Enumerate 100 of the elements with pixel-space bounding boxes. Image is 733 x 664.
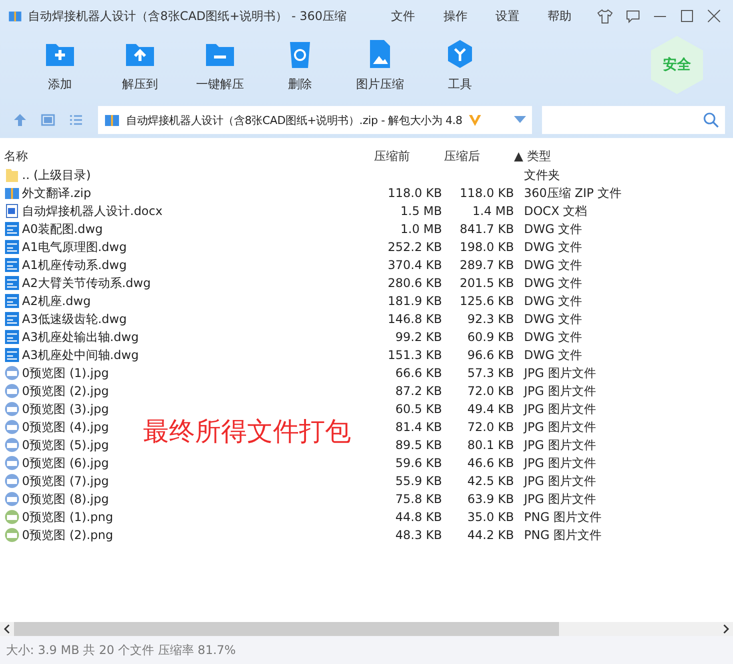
size-before: 280.6 KB	[386, 276, 442, 290]
file-type: JPG 图片文件	[522, 400, 597, 418]
file-name: .. (上级目录)	[22, 166, 91, 184]
file-name: 自动焊接机器人设计.docx	[22, 202, 162, 220]
size-before: 89.5 KB	[394, 438, 442, 452]
image-file-icon	[4, 401, 20, 417]
horizontal-scrollbar[interactable]	[0, 622, 733, 636]
path-text: 自动焊接机器人设计（含8张CAD图纸+说明书）.zip - 解包大小为 4.8	[126, 112, 462, 128]
file-type: DWG 文件	[523, 346, 584, 364]
size-after: 201.5 KB	[458, 276, 514, 290]
document-icon	[4, 203, 20, 219]
drawing-file-icon	[4, 329, 20, 345]
column-header[interactable]: 压缩后	[444, 148, 514, 164]
size-after: 72.0 KB	[466, 420, 514, 434]
size-before: 81.4 KB	[394, 420, 442, 434]
drawing-file-icon	[4, 347, 20, 363]
file-type: DWG 文件	[523, 292, 584, 310]
column-header[interactable]: ▲ 类型	[514, 148, 733, 164]
drawing-file-icon	[4, 293, 20, 309]
file-type: JPG 图片文件	[522, 382, 597, 400]
image-file-icon	[4, 437, 20, 453]
size-after: 57.3 KB	[466, 366, 514, 380]
file-name: A0装配图.dwg	[22, 220, 103, 238]
image-file-icon	[4, 455, 20, 471]
image-file-icon	[4, 383, 20, 399]
shirt-icon	[597, 8, 614, 24]
size-before: 55.9 KB	[394, 474, 442, 488]
file-name: 0预览图 (2).png	[22, 526, 114, 544]
file-type: JPG 图片文件	[522, 454, 597, 472]
image-file-icon	[4, 509, 20, 525]
drawing-file-icon	[4, 239, 20, 255]
v-icon	[468, 113, 482, 127]
file-name: A2大臂关节传动系.dwg	[22, 274, 151, 292]
size-after: 289.7 KB	[458, 258, 514, 272]
file-name: A3低速级齿轮.dwg	[22, 310, 127, 328]
file-name: A3机座处中间轴.dwg	[22, 346, 139, 364]
drawing-file-icon	[4, 311, 20, 327]
dropdown-caret-icon	[514, 116, 526, 124]
image-file-icon	[4, 365, 20, 381]
size-after: 44.2 KB	[466, 528, 514, 542]
menu-item[interactable]: 操作	[432, 8, 478, 24]
toolbar-button[interactable]: 一键解压	[180, 32, 260, 96]
archive-icon	[4, 185, 20, 201]
annotation-text: 最终所得文件打包	[143, 416, 351, 449]
column-header[interactable]: 名称	[4, 148, 374, 164]
file-type: DWG 文件	[523, 220, 584, 238]
archive-icon	[104, 112, 120, 128]
menu-item[interactable]: 文件	[380, 8, 426, 24]
size-before: 44.8 KB	[394, 510, 442, 524]
size-after: 63.9 KB	[466, 492, 514, 506]
menu-item[interactable]: 设置	[484, 8, 530, 24]
file-type: DWG 文件	[523, 328, 584, 346]
toolbar-button[interactable]: 添加	[20, 32, 100, 96]
size-after: 60.9 KB	[466, 330, 514, 344]
size-after: 125.6 KB	[458, 294, 514, 308]
file-type: 文件夹	[523, 166, 561, 184]
file-type: JPG 图片文件	[522, 436, 597, 454]
search-field[interactable]	[542, 106, 725, 134]
file-name: 0预览图 (1).jpg	[22, 364, 109, 382]
close-icon	[707, 9, 722, 23]
size-before: 151.3 KB	[386, 348, 442, 362]
file-name: A1电气原理图.dwg	[22, 238, 127, 256]
file-name: A2机座.dwg	[22, 292, 91, 310]
size-before: 87.2 KB	[394, 384, 442, 398]
arrow-up-icon	[13, 113, 27, 127]
size-before: 99.2 KB	[394, 330, 442, 344]
file-type: DWG 文件	[523, 274, 584, 292]
file-name: 0预览图 (6).jpg	[22, 454, 109, 472]
image-file-icon	[4, 473, 20, 489]
search-icon	[703, 112, 719, 128]
size-before: 1.0 MB	[400, 222, 442, 236]
image-file-icon	[4, 419, 20, 435]
size-before: 370.4 KB	[386, 258, 442, 272]
size-after: 49.4 KB	[466, 402, 514, 416]
file-type: DWG 文件	[523, 256, 584, 274]
toolbar-button[interactable]: 图片压缩	[340, 32, 420, 96]
size-after: 72.0 KB	[466, 384, 514, 398]
toolbar-button[interactable]: 工具	[420, 32, 500, 96]
size-after: 35.0 KB	[466, 510, 514, 524]
drawing-file-icon	[4, 275, 20, 291]
file-name: 0预览图 (7).jpg	[22, 472, 109, 490]
maximize-icon	[680, 9, 694, 23]
size-before: 252.2 KB	[386, 240, 442, 254]
size-before: 146.8 KB	[386, 312, 442, 326]
file-type: 360压缩 ZIP 文件	[523, 184, 623, 202]
size-after: 96.6 KB	[466, 348, 514, 362]
file-name: 0预览图 (3).jpg	[22, 400, 109, 418]
size-after: 841.7 KB	[458, 222, 514, 236]
column-header[interactable]: 压缩前	[374, 148, 444, 164]
file-name: 0预览图 (5).jpg	[22, 436, 109, 454]
menu-item[interactable]: 帮助	[536, 8, 583, 24]
file-type: JPG 图片文件	[522, 418, 597, 436]
toolbar-button[interactable]: 解压到	[100, 32, 180, 96]
toolbar-button[interactable]: 删除	[260, 32, 340, 96]
file-type: PNG 图片文件	[523, 526, 602, 544]
message-icon	[624, 8, 641, 24]
path-field[interactable]: 自动焊接机器人设计（含8张CAD图纸+说明书）.zip - 解包大小为 4.8	[98, 106, 532, 134]
file-name: 0预览图 (1).png	[22, 508, 114, 526]
file-type: DOCX 文档	[523, 202, 588, 220]
file-name: A1机座传动系.dwg	[22, 256, 127, 274]
